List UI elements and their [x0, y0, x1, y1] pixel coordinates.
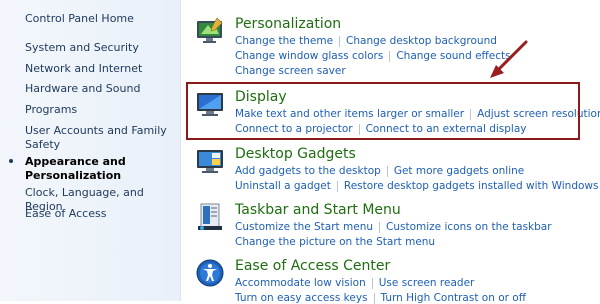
- sidebar-item-network-internet[interactable]: Network and Internet: [25, 62, 142, 76]
- control-panel-home-link[interactable]: Control Panel Home: [25, 12, 134, 25]
- sidebar-item-programs[interactable]: Programs: [25, 103, 77, 117]
- links-row: Add gadgets to the desktop Get more gadge…: [235, 165, 524, 177]
- desktop-gadgets-icon: [197, 150, 223, 173]
- category-title-personalization[interactable]: Personalization: [235, 16, 341, 32]
- sidebar-item-ease-of-access[interactable]: Ease of Access: [25, 207, 106, 221]
- sidebar-item-user-accounts-line1: User Accounts and Family: [25, 124, 167, 137]
- uninstall-gadget-link[interactable]: Uninstall a gadget: [235, 180, 331, 192]
- link-separator: [379, 221, 381, 233]
- display-highlight-box: [186, 82, 580, 140]
- link-separator: [373, 292, 375, 304]
- current-bullet-icon: [9, 159, 13, 163]
- category-title-taskbar-start-menu[interactable]: Taskbar and Start Menu: [235, 202, 401, 218]
- category-title-desktop-gadgets[interactable]: Desktop Gadgets: [235, 146, 356, 162]
- change-window-glass-colors-link[interactable]: Change window glass colors: [235, 50, 383, 62]
- change-start-menu-picture-link[interactable]: Change the picture on the Start menu: [235, 236, 435, 248]
- links-row: Turn on easy access keys Turn High Contra…: [235, 292, 526, 304]
- category-title-ease-of-access-center[interactable]: Ease of Access Center: [235, 258, 390, 274]
- turn-high-contrast-link[interactable]: Turn High Contrast on or off: [381, 292, 526, 304]
- sidebar-item-appearance-personalization[interactable]: Appearance and Personalization: [9, 155, 126, 183]
- restore-gadgets-link[interactable]: Restore desktop gadgets installed with W…: [344, 180, 599, 192]
- accommodate-low-vision-link[interactable]: Accommodate low vision: [235, 277, 366, 289]
- link-separator: [389, 50, 391, 62]
- annotation-arrow-icon: [490, 40, 528, 78]
- sidebar-item-user-accounts[interactable]: User Accounts and Family Safety: [25, 124, 167, 152]
- sidebar: Control Panel Home System and Security N…: [0, 0, 181, 301]
- change-desktop-background-link[interactable]: Change desktop background: [346, 35, 497, 47]
- sidebar-item-appearance-line2: Personalization: [25, 169, 122, 182]
- customize-start-menu-link[interactable]: Customize the Start menu: [235, 221, 373, 233]
- links-row: Uninstall a gadget Restore desktop gadget…: [235, 180, 598, 192]
- change-screen-saver-link[interactable]: Change screen saver: [235, 65, 346, 77]
- links-row: Change window glass colors Change sound e…: [235, 50, 511, 62]
- link-separator: [339, 35, 341, 47]
- link-separator: [371, 277, 373, 289]
- sidebar-item-system-security[interactable]: System and Security: [25, 41, 139, 55]
- turn-on-easy-access-keys-link[interactable]: Turn on easy access keys: [235, 292, 368, 304]
- personalization-icon: [197, 17, 223, 43]
- use-screen-reader-link[interactable]: Use screen reader: [379, 277, 475, 289]
- links-row: Change the theme Change desktop backgroun…: [235, 35, 497, 47]
- taskbar-start-menu-icon: [198, 203, 222, 230]
- sidebar-item-hardware-sound[interactable]: Hardware and Sound: [25, 82, 140, 96]
- link-separator: [336, 180, 338, 192]
- link-separator: [386, 165, 388, 177]
- links-row: Customize the Start menu Customize icons …: [235, 221, 552, 233]
- get-more-gadgets-link[interactable]: Get more gadgets online: [394, 165, 524, 177]
- customize-taskbar-icons-link[interactable]: Customize icons on the taskbar: [386, 221, 552, 233]
- ease-of-access-icon: [196, 259, 224, 287]
- links-row: Change the picture on the Start menu: [235, 236, 435, 248]
- sidebar-item-appearance-line1: Appearance and: [25, 155, 126, 168]
- links-row: Change screen saver: [235, 65, 346, 77]
- change-theme-link[interactable]: Change the theme: [235, 35, 333, 47]
- links-row: Accommodate low vision Use screen reader: [235, 277, 474, 289]
- sidebar-item-user-accounts-line2: Safety: [25, 138, 61, 151]
- add-gadgets-link[interactable]: Add gadgets to the desktop: [235, 165, 381, 177]
